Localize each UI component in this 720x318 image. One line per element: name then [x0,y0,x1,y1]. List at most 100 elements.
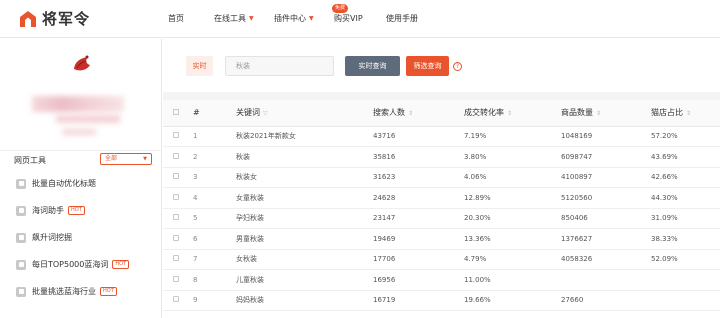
col-keyword-label: 关键词 [236,108,260,118]
row-keyword[interactable]: 孕妇秋装 [236,208,373,229]
nav-online-tools-label: 在线工具 [214,14,246,23]
tool-item-sea-word[interactable]: 海词助手 HOT [0,197,162,224]
realtime-query-button[interactable]: 实时查询 [345,56,400,76]
table-row[interactable]: 5 孕妇秋装 23147 20.30% 850406 31.09% [163,208,720,229]
tool-icon [16,286,26,297]
nav-buy-vip[interactable]: 购买VIP [334,13,386,24]
col-product-count[interactable]: 商品数量 ⇕ [561,100,651,127]
row-checkbox[interactable] [163,187,193,209]
row-checkbox[interactable] [163,290,193,311]
tool-item-label: 海词助手 [32,206,64,215]
tool-item-label: 飙升词挖掘 [32,233,72,242]
sort-icon[interactable]: ⇕ [507,110,512,117]
row-checkbox[interactable] [163,167,193,188]
row-checkbox[interactable] [163,126,193,147]
table-row[interactable]: 7 女秋装 17706 4.79% 4058326 52.09% [163,249,720,270]
row-checkbox[interactable] [163,208,193,229]
tool-item-rising-words[interactable]: 飙升词挖掘 [0,224,162,251]
row-conversion-rate: 4.79% [464,249,561,270]
row-keyword[interactable]: 女童秋装 [236,187,373,209]
user-profile [0,39,162,145]
select-all-checkbox[interactable] [163,100,193,127]
table-row[interactable]: 2 秋装 35816 3.80% 6098747 43.69% [163,146,720,168]
col-tmall-ratio[interactable]: 猫店占比 ⇕ [651,100,720,127]
table-row[interactable]: 9 妈妈秋装 16719 19.66% 27660 [163,290,720,311]
table-row[interactable]: 8 儿童秋装 16956 11.00% [163,269,720,291]
row-search-count: 23147 [373,208,464,229]
tool-list: 批量自动优化标题 海词助手 HOT 飙升词挖掘 每日TOP5000蓝海词 HOT… [0,170,162,305]
row-keyword[interactable]: 男童秋装 [236,228,373,250]
avatar[interactable] [71,53,93,75]
logo[interactable]: 将军令 [18,8,90,29]
nav-buy-vip-label: 购买VIP [334,14,363,23]
keyword-search-input[interactable] [225,56,334,76]
row-checkbox[interactable] [163,249,193,270]
tool-item-label: 批量挑选蓝海行业 [32,287,96,296]
nav-plugin-center[interactable]: 插件中心 ▼ 免费 [274,4,348,24]
sort-icon[interactable]: ⇕ [408,110,413,117]
row-checkbox[interactable] [163,269,193,291]
col-conversion-rate-label: 成交转化率 [464,108,504,118]
tool-icon [16,205,26,216]
filter-query-button[interactable]: 筛选查询 [406,56,449,76]
row-conversion-rate: 20.30% [464,208,561,229]
caret-down-icon: ▼ [309,15,314,22]
sort-icon[interactable]: ⇕ [686,110,691,117]
row-search-count: 19469 [373,228,464,250]
table-row[interactable]: 4 女童秋装 24628 12.89% 5120560 44.30% [163,187,720,209]
row-search-count: 35816 [373,146,464,168]
table-row[interactable]: 6 男童秋装 19469 13.36% 1376627 38.33% [163,228,720,250]
col-product-count-label: 商品数量 [561,108,593,118]
filter-icon[interactable]: ▽ [263,110,268,117]
app-name: 将军令 [42,10,91,28]
row-index: 9 [193,290,236,311]
realtime-tab[interactable]: 实时 [186,56,213,76]
row-product-count: 850406 [561,208,651,229]
tool-item-blue-ocean[interactable]: 批量挑选蓝海行业 HOT [0,278,162,305]
hot-badge: HOT [112,260,130,269]
row-keyword[interactable]: 秋装 [236,146,373,168]
col-search-count[interactable]: 搜索人数 ⇕ [373,100,464,127]
row-index: 3 [193,167,236,188]
row-keyword[interactable]: 女秋装 [236,249,373,270]
table-row[interactable]: 1 秋装2021年新款女 43716 7.19% 1048169 57.20% [163,126,720,147]
tool-item-top5000[interactable]: 每日TOP5000蓝海词 HOT [0,251,162,278]
tools-header: 网页工具 全部 ▼ [0,150,162,168]
row-search-count: 24628 [373,187,464,209]
row-index: 5 [193,208,236,229]
row-conversion-rate: 3.80% [464,146,561,168]
tool-item-label: 批量自动优化标题 [32,179,96,188]
nav-manual[interactable]: 使用手册 [386,13,436,24]
row-index: 1 [193,126,236,147]
row-product-count: 1048169 [561,126,651,147]
top-nav-bar: 将军令 首页 在线工具 ▼ 插件中心 ▼ 免费 购买VIP 使用手册 [0,0,720,38]
keyword-table: # 关键词 ▽ 搜索人数 ⇕ 成交转化率 ⇕ 商品数量 ⇕ 猫店占比 ⇕ 1 秋装2021… [163,92,720,318]
row-search-count: 31623 [373,167,464,188]
row-conversion-rate: 19.66% [464,290,561,311]
row-keyword[interactable]: 秋装2021年新款女 [236,126,373,147]
col-conversion-rate[interactable]: 成交转化率 ⇕ [464,100,561,127]
row-tmall-ratio [651,269,720,291]
hot-badge: HOT [68,206,85,215]
col-keyword[interactable]: 关键词 ▽ [236,100,373,127]
row-conversion-rate: 11.00% [464,269,561,291]
tools-filter-value: 全部 [105,155,118,162]
question-circle-icon[interactable]: ? [453,62,462,71]
row-search-count: 43716 [373,126,464,147]
row-checkbox[interactable] [163,228,193,250]
nav-online-tools[interactable]: 在线工具 ▼ [214,13,274,24]
row-keyword[interactable]: 儿童秋装 [236,269,373,291]
row-product-count: 4058326 [561,249,651,270]
table-row[interactable]: 3 秋装女 31623 4.06% 4100897 42.66% [163,167,720,188]
free-badge: 免费 [331,4,348,13]
tool-item-batch-title[interactable]: 批量自动优化标题 [0,170,162,197]
search-bar: 实时 实时查询 筛选查询 ? [163,40,720,92]
row-checkbox[interactable] [163,146,193,168]
row-keyword[interactable]: 秋装女 [236,167,373,188]
row-keyword[interactable]: 妈妈秋装 [236,290,373,311]
tools-filter-select[interactable]: 全部 ▼ [100,153,152,165]
sort-icon[interactable]: ⇕ [596,110,601,117]
caret-down-icon: ▼ [143,156,147,162]
nav-plugin-center-label: 插件中心 [274,14,306,23]
nav-home[interactable]: 首页 [168,13,214,24]
